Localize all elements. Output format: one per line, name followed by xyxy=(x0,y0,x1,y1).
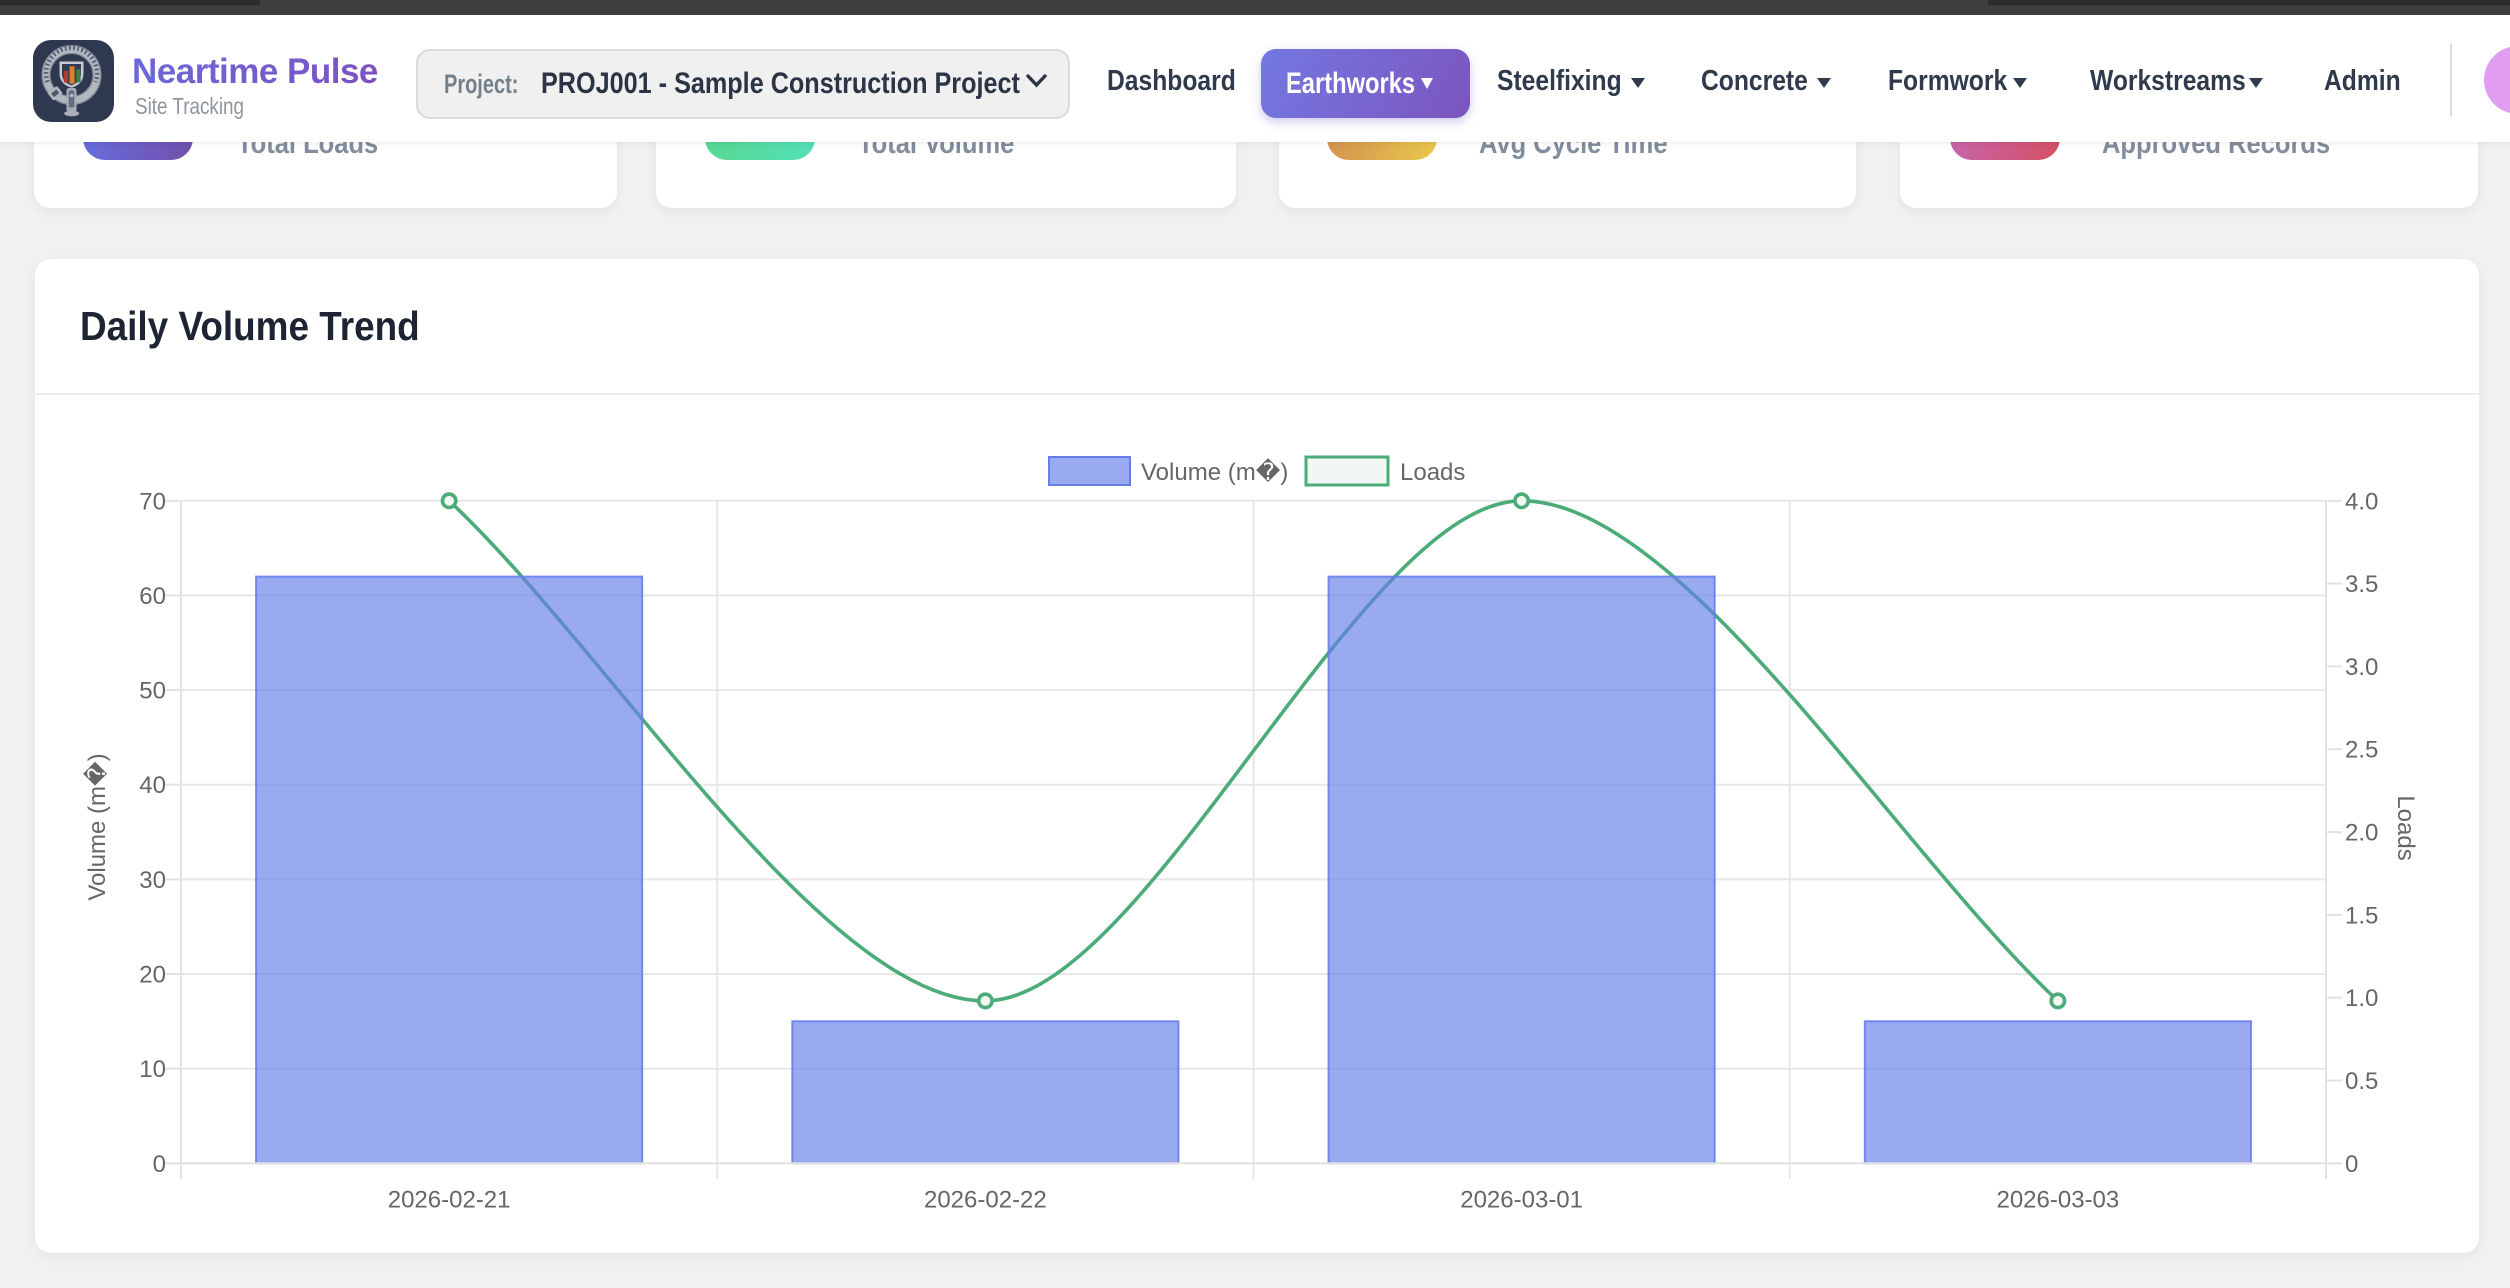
svg-text:Loads: Loads xyxy=(1400,459,1465,486)
svg-text:4.0: 4.0 xyxy=(2345,488,2378,515)
svg-text:2026-03-03: 2026-03-03 xyxy=(1996,1187,2119,1214)
svg-text:2026-02-21: 2026-02-21 xyxy=(388,1187,511,1214)
svg-text:0: 0 xyxy=(153,1151,166,1178)
svg-text:3.5: 3.5 xyxy=(2345,571,2378,598)
svg-text:20: 20 xyxy=(139,962,166,989)
svg-text:40: 40 xyxy=(139,772,166,799)
svg-text:2026-02-22: 2026-02-22 xyxy=(924,1187,1047,1214)
svg-text:0.5: 0.5 xyxy=(2345,1068,2378,1095)
svg-text:70: 70 xyxy=(139,488,166,515)
svg-text:1.5: 1.5 xyxy=(2345,902,2378,929)
svg-text:2.0: 2.0 xyxy=(2345,820,2378,847)
svg-text:50: 50 xyxy=(139,678,166,705)
svg-text:Volume (m�): Volume (m�) xyxy=(83,753,111,900)
svg-text:1.0: 1.0 xyxy=(2345,985,2378,1012)
svg-text:10: 10 xyxy=(139,1056,166,1083)
svg-text:2.5: 2.5 xyxy=(2345,737,2378,764)
svg-text:60: 60 xyxy=(139,583,166,610)
svg-text:30: 30 xyxy=(139,867,166,894)
svg-text:3.0: 3.0 xyxy=(2345,654,2378,681)
svg-text:Volume (m�): Volume (m�) xyxy=(1141,458,1288,486)
svg-text:Loads: Loads xyxy=(2392,795,2419,860)
svg-text:0: 0 xyxy=(2345,1151,2358,1178)
svg-text:2026-03-01: 2026-03-01 xyxy=(1460,1187,1583,1214)
